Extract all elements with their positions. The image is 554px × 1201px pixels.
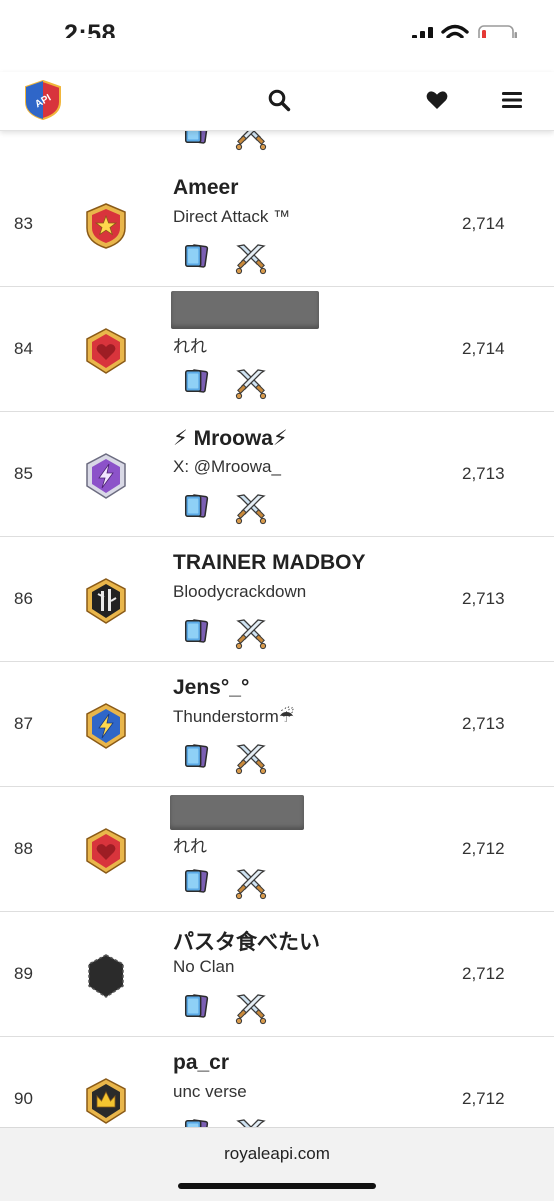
rank-number: 83: [14, 214, 33, 233]
hamburger-menu-icon[interactable]: [501, 88, 523, 112]
clan-name[interactable]: unc verse: [173, 1082, 247, 1102]
trophy-count: 2,713: [462, 589, 505, 608]
battle-log-icon[interactable]: [234, 492, 268, 526]
battle-log-icon[interactable]: [234, 367, 268, 401]
redacted-player-name: [170, 795, 304, 830]
clan-badge-star-icon: [86, 203, 126, 249]
trophy-count: 2,712: [462, 964, 505, 983]
no-clan-badge-icon: [88, 954, 124, 998]
battle-log-icon[interactable]: [234, 617, 268, 651]
favorites-heart-icon[interactable]: [425, 88, 449, 112]
clan-badge-heart-icon: [86, 328, 126, 374]
deck-icon[interactable]: [182, 617, 210, 645]
clan-name[interactable]: Bloodycrackdown: [173, 582, 306, 602]
leaderboard-row[interactable]: 89 パスタ食べたい No Clan 2,712: [0, 912, 554, 1037]
clan-name[interactable]: れれ: [173, 832, 207, 857]
deck-icon[interactable]: [182, 492, 210, 520]
deck-icon[interactable]: [182, 992, 210, 1020]
rank-number: 87: [14, 714, 33, 733]
trophy-count: 2,712: [462, 1089, 505, 1108]
clan-name[interactable]: Thunderstorm☔: [173, 707, 294, 727]
clan-name[interactable]: れれ: [173, 332, 207, 357]
deck-icon[interactable]: [182, 742, 210, 770]
player-name[interactable]: Jens°_°: [173, 676, 249, 700]
clan-badge-crown-icon: [86, 1078, 126, 1124]
rank-number: 89: [14, 964, 33, 983]
browser-url-bar[interactable]: royaleapi.com: [0, 1127, 554, 1201]
clan-name[interactable]: Direct Attack ™: [173, 207, 290, 227]
clan-badge-bolt-icon: [86, 703, 126, 749]
battle-log-icon[interactable]: [234, 242, 268, 276]
trophy-count: 2,714: [462, 339, 505, 358]
player-name[interactable]: pa_cr: [173, 1051, 229, 1075]
clan-name[interactable]: X: @Mroowa_: [173, 457, 281, 477]
deck-icon[interactable]: [182, 867, 210, 895]
clan-badge-heart-icon: [86, 828, 126, 874]
clan-badge-bamboo-icon: [86, 578, 126, 624]
battle-log-icon[interactable]: [234, 992, 268, 1026]
leaderboard-row[interactable]: 86 TRAINER MADBOY Bloodycrackdown 2,713: [0, 537, 554, 662]
rank-number: 86: [14, 589, 33, 608]
battle-log-icon[interactable]: [234, 742, 268, 776]
search-icon[interactable]: [267, 88, 291, 112]
deck-icon[interactable]: [182, 242, 210, 270]
player-name[interactable]: ⚡ Mroowa⚡: [173, 426, 288, 451]
deck-icon[interactable]: [182, 367, 210, 395]
leaderboard-row[interactable]: 87 Jens°_° Thunderstorm☔ 2,713: [0, 662, 554, 787]
app-header: API: [0, 72, 554, 131]
royaleapi-logo[interactable]: API: [24, 80, 62, 120]
home-indicator[interactable]: [178, 1183, 376, 1189]
leaderboard-row[interactable]: 88 れれ 2,712: [0, 787, 554, 912]
rank-number: 85: [14, 464, 33, 483]
trophy-count: 2,714: [462, 214, 505, 233]
player-name[interactable]: パスタ食べたい: [173, 926, 320, 956]
leaderboard-list: 83 Ameer Direct Attack ™ 2,714 84 れれ 2,7…: [0, 0, 554, 1200]
clan-name[interactable]: No Clan: [173, 957, 234, 977]
clan-badge-bolt-icon: [86, 453, 126, 499]
leaderboard-row[interactable]: 83 Ameer Direct Attack ™ 2,714: [0, 162, 554, 287]
battle-log-icon[interactable]: [234, 867, 268, 901]
url-text[interactable]: royaleapi.com: [0, 1144, 554, 1164]
player-name[interactable]: TRAINER MADBOY: [173, 551, 366, 575]
trophy-count: 2,712: [462, 839, 505, 858]
trophy-count: 2,713: [462, 464, 505, 483]
leaderboard-row[interactable]: 85 ⚡ Mroowa⚡ X: @Mroowa_ 2,713: [0, 412, 554, 537]
rank-number: 88: [14, 839, 33, 858]
trophy-count: 2,713: [462, 714, 505, 733]
rank-number: 84: [14, 339, 33, 358]
leaderboard-row[interactable]: 84 れれ 2,714: [0, 287, 554, 412]
player-name[interactable]: Ameer: [173, 176, 238, 200]
redacted-player-name: [171, 291, 319, 329]
rank-number: 90: [14, 1089, 33, 1108]
